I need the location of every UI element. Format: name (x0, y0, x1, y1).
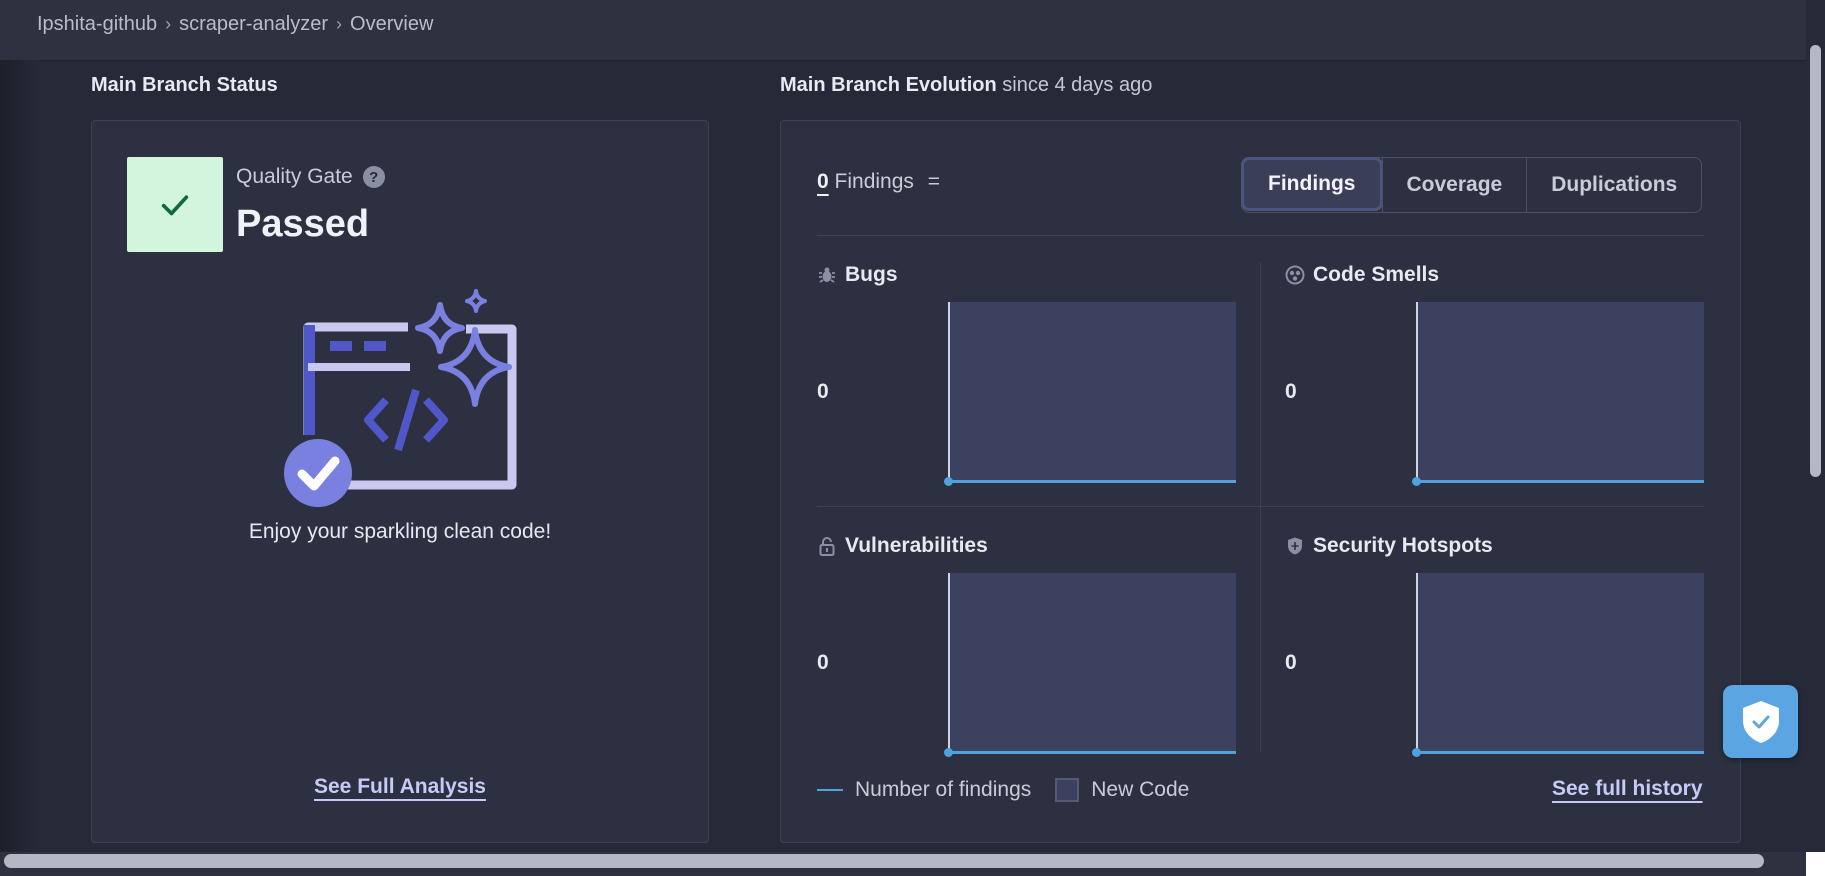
horizontal-scrollbar-thumb[interactable] (4, 854, 1764, 868)
code-smells-chart (1412, 302, 1704, 486)
metric-security-hotspots-title: Security Hotspots (1285, 534, 1493, 558)
metric-bugs-title: Bugs (817, 263, 898, 287)
findings-line (948, 480, 1236, 483)
scrollbar-corner (1806, 852, 1825, 876)
code-smell-icon (1285, 265, 1305, 285)
tab-duplications[interactable]: Duplications (1526, 158, 1701, 212)
security-shield-button[interactable] (1723, 685, 1798, 758)
metric-security-hotspots-value: 0 (1285, 651, 1297, 674)
legend-findings-label: Number of findings (855, 778, 1032, 801)
chevron-right-icon: › (336, 14, 343, 34)
metric-code-smells-title: Code Smells (1285, 263, 1439, 287)
chevron-right-icon: › (165, 14, 172, 34)
evolution-section-title: Main Branch Evolution since 4 days ago (780, 74, 1152, 97)
vertical-scrollbar-thumb[interactable] (1810, 45, 1821, 477)
metric-bugs-value: 0 (817, 380, 829, 403)
quality-gate-status: Passed (236, 203, 370, 245)
metric-tabs: Findings Coverage Duplications (1241, 157, 1703, 213)
evolution-title: Main Branch Evolution (780, 74, 997, 96)
breadcrumb-project[interactable]: scraper-analyzer (179, 13, 328, 36)
divider (817, 235, 1704, 236)
data-point (1412, 477, 1421, 486)
breadcrumb: Ipshita-github › scraper-analyzer › Over… (37, 13, 433, 36)
checkmark-icon (161, 194, 189, 215)
sidebar-edge (0, 60, 40, 852)
findings-label: Findings (834, 170, 914, 193)
y-axis (1416, 302, 1418, 482)
findings-summary: 0 Findings = (817, 170, 940, 194)
clean-code-message: Enjoy your sparkling clean code! (248, 520, 552, 543)
data-point (944, 477, 953, 486)
metric-vulnerabilities-label: Vulnerabilities (845, 534, 988, 557)
data-point (944, 748, 953, 757)
help-icon[interactable]: ? (362, 166, 385, 188)
quality-gate-badge (127, 157, 223, 252)
legend-line-swatch (817, 789, 843, 791)
quality-gate-label-row: Quality Gate ? (236, 165, 385, 189)
horizontal-scrollbar[interactable] (0, 852, 1806, 876)
top-bar: Ipshita-github › scraper-analyzer › Over… (0, 0, 1806, 61)
quality-gate-label: Quality Gate (236, 165, 353, 188)
legend-new-code-swatch (1055, 778, 1080, 802)
divider (1260, 262, 1261, 752)
metric-bugs-label: Bugs (845, 263, 898, 286)
metric-code-smells-label: Code Smells (1313, 263, 1440, 286)
see-full-analysis-link[interactable]: See Full Analysis (314, 775, 486, 799)
bug-icon (819, 267, 835, 283)
app-window: Ipshita-github › scraper-analyzer › Over… (0, 0, 1806, 852)
findings-trend: = (927, 170, 941, 193)
bugs-chart (944, 302, 1236, 486)
metric-code-smells-value: 0 (1285, 380, 1297, 403)
y-axis (1416, 573, 1418, 753)
vertical-scrollbar[interactable] (1806, 0, 1825, 852)
security-hotspots-chart (1412, 573, 1704, 757)
breadcrumb-current: Overview (350, 13, 434, 35)
findings-count[interactable]: 0 (817, 170, 829, 193)
lock-icon (819, 537, 835, 556)
tab-findings[interactable]: Findings (1241, 157, 1383, 211)
findings-line (1416, 751, 1704, 754)
status-section-title: Main Branch Status (91, 74, 278, 96)
data-point (1412, 748, 1421, 757)
findings-line (1416, 480, 1704, 483)
tab-coverage[interactable]: Coverage (1381, 158, 1527, 212)
clean-code-illustration (284, 289, 517, 507)
evolution-subtitle: since 4 days ago (1002, 74, 1153, 96)
y-axis (948, 573, 950, 753)
shield-icon (1288, 537, 1302, 555)
legend-new-code-label: New Code (1091, 778, 1190, 801)
vulnerabilities-chart (944, 573, 1236, 757)
shield-check-icon (1742, 700, 1779, 743)
metric-vulnerabilities-title: Vulnerabilities (817, 534, 988, 558)
see-full-history-link[interactable]: See full history (1552, 777, 1703, 801)
metric-security-hotspots-label: Security Hotspots (1313, 534, 1493, 557)
metric-vulnerabilities-value: 0 (817, 651, 829, 674)
y-axis (948, 302, 950, 482)
breadcrumb-organization[interactable]: Ipshita-github (37, 13, 157, 36)
chart-legend: Number of findings New Code (817, 778, 1189, 802)
findings-line (948, 751, 1236, 754)
